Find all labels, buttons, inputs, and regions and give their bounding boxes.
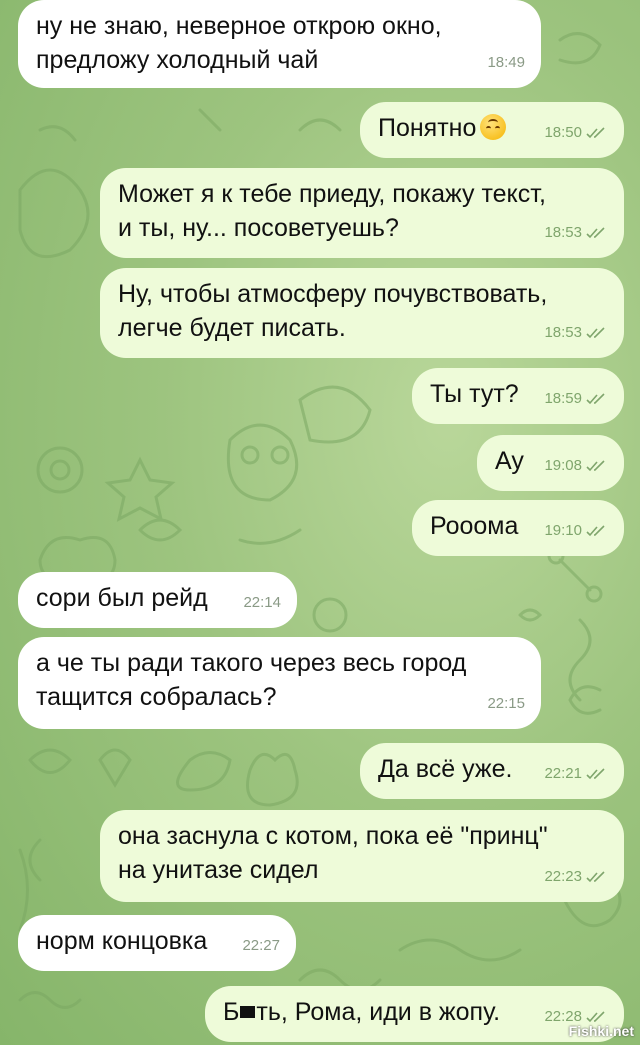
read-checkmarks-icon xyxy=(586,327,605,339)
message-outgoing[interactable]: Ну, чтобы атмосферу почувствовать, легче… xyxy=(100,268,624,358)
message-time: 18:49 xyxy=(487,54,525,71)
message-incoming[interactable]: сори был рейд 22:14 xyxy=(18,572,297,628)
message-time-status: 19:08 xyxy=(544,449,608,483)
message-outgoing[interactable]: Рооома 19:10 xyxy=(412,500,624,556)
message-text: сори был рейд xyxy=(36,584,208,612)
message-outgoing[interactable]: она заснула с котом, пока её "принц" на … xyxy=(100,810,624,902)
message-time-status: 22:21 xyxy=(544,757,608,791)
message-incoming[interactable]: ну не знаю, неверное открою окно, предло… xyxy=(18,0,541,88)
message-incoming[interactable]: норм концовка 22:27 xyxy=(18,915,296,971)
watermark: Fishki.net xyxy=(568,1023,634,1039)
read-checkmarks-icon xyxy=(586,1011,605,1023)
read-checkmarks-icon xyxy=(586,460,605,472)
message-text: Может я к тебе приеду, покажу текст, и т… xyxy=(118,180,546,242)
message-time-status: 22:23 xyxy=(544,860,608,894)
message-time-status: 18:53 xyxy=(544,216,608,250)
message-outgoing[interactable]: Понятно 18:50 xyxy=(360,102,624,158)
message-text: Да всё уже. xyxy=(378,755,513,783)
message-time-status: 18:59 xyxy=(544,382,608,416)
message-outgoing[interactable]: Ау 19:08 xyxy=(477,435,624,491)
message-text: она заснула с котом, пока её "принц" на … xyxy=(118,822,548,884)
read-checkmarks-icon xyxy=(586,127,605,139)
message-outgoing[interactable]: Да всё уже. 22:21 xyxy=(360,743,624,799)
message-outgoing[interactable]: Может я к тебе приеду, покажу текст, и т… xyxy=(100,168,624,258)
message-text: Ты тут? xyxy=(430,380,519,408)
upside-down-face-emoji-icon xyxy=(480,114,507,140)
message-text: Понятно xyxy=(378,114,477,142)
read-checkmarks-icon xyxy=(586,871,605,883)
read-checkmarks-icon xyxy=(586,768,605,780)
message-outgoing[interactable]: Бть, Рома, иди в жопу. 22:28 xyxy=(205,986,624,1042)
message-text: Ау xyxy=(495,447,524,475)
message-incoming[interactable]: а че ты ради такого через весь город тащ… xyxy=(18,637,541,729)
message-outgoing[interactable]: Ты тут? 18:59 xyxy=(412,368,624,424)
read-checkmarks-icon xyxy=(586,525,605,537)
message-text: а че ты ради такого через весь город тащ… xyxy=(36,649,467,711)
read-checkmarks-icon xyxy=(586,227,605,239)
message-text: норм концовка xyxy=(36,927,208,955)
message-time: 22:27 xyxy=(242,937,280,954)
message-text: Бть, Рома, иди в жопу. xyxy=(223,998,501,1026)
message-text: Ну, чтобы атмосферу почувствовать, легче… xyxy=(118,280,548,342)
message-time-status: 18:50 xyxy=(544,116,608,150)
message-text: Рооома xyxy=(430,512,519,540)
message-time: 22:15 xyxy=(487,695,525,712)
message-time: 22:14 xyxy=(243,594,281,611)
message-time-status: 19:10 xyxy=(544,514,608,548)
censor-bar xyxy=(240,1006,256,1018)
message-text: ну не знаю, неверное открою окно, предло… xyxy=(36,12,442,74)
message-time-status: 18:53 xyxy=(544,316,608,350)
read-checkmarks-icon xyxy=(586,393,605,405)
